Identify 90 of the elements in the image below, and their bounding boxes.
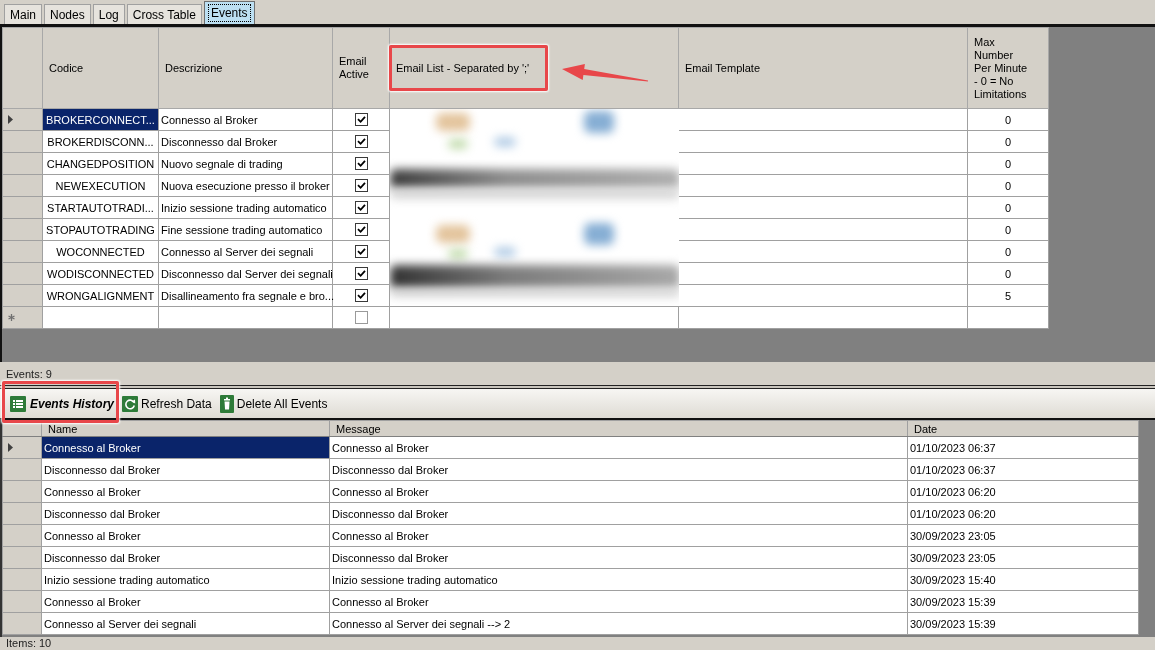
table-cell: 30/09/2023 15:39 xyxy=(907,590,1139,613)
table-cell: 30/09/2023 23:05 xyxy=(907,524,1139,547)
table-cell: Disconnesso dal Broker xyxy=(41,458,330,481)
checkbox[interactable] xyxy=(354,311,368,325)
checkbox[interactable] xyxy=(354,201,368,215)
table-cell: Connesso al Broker xyxy=(329,480,908,503)
checkbox[interactable] xyxy=(354,223,368,237)
table-cell: 01/10/2023 06:20 xyxy=(907,502,1139,525)
tab[interactable]: Main xyxy=(4,4,42,24)
table-cell: Disallineamento fra segnale e bro... xyxy=(158,284,333,307)
row-header[interactable] xyxy=(2,568,42,591)
tab[interactable]: Events xyxy=(203,1,255,24)
checkbox[interactable] xyxy=(354,267,368,281)
refresh-button[interactable]: Refresh Data xyxy=(122,395,212,412)
table-cell: Nuovo segnale di trading xyxy=(158,152,333,175)
table-cell: Connesso al Broker xyxy=(329,436,908,459)
table-cell: Inizio sessione trading automatico xyxy=(329,568,908,591)
table-cell: 01/10/2023 06:20 xyxy=(907,480,1139,503)
row-header[interactable] xyxy=(2,240,43,263)
tab[interactable]: Nodes xyxy=(44,4,91,24)
table-cell: Connesso al Broker xyxy=(41,524,330,547)
table-cell: Disconnesso dal Broker xyxy=(41,546,330,569)
refresh-icon xyxy=(122,395,139,412)
table-cell: Disconnesso dal Server dei segnali xyxy=(158,262,333,285)
tab[interactable]: Cross Table xyxy=(126,4,202,24)
table-cell: Disconnesso dal Broker xyxy=(158,130,333,153)
table-cell: Disconnesso dal Broker xyxy=(329,546,908,569)
row-header[interactable] xyxy=(2,262,43,285)
triangle-icon xyxy=(8,115,13,124)
column-header[interactable]: Message xyxy=(329,420,908,437)
table-cell: Fine sessione trading automatico xyxy=(158,218,333,241)
column-header[interactable]: Descrizione xyxy=(158,27,333,109)
table-cell: Disconnesso dal Broker xyxy=(329,458,908,481)
checkbox[interactable] xyxy=(354,113,368,127)
asterisk-icon xyxy=(8,314,15,321)
table-cell: Connesso al Broker xyxy=(158,108,333,131)
column-header[interactable]: Email Active xyxy=(332,27,390,109)
table-cell: Nuova esecuzione presso il broker xyxy=(158,174,333,197)
trash-icon xyxy=(219,394,234,413)
status-text: Events: 9 xyxy=(6,367,52,380)
column-header[interactable]: Codice xyxy=(42,27,159,109)
checkbox[interactable] xyxy=(354,135,368,149)
table-cell: 01/10/2023 06:37 xyxy=(907,458,1139,481)
table-cell: Connesso al Broker xyxy=(41,436,330,459)
row-header[interactable] xyxy=(2,524,42,547)
row-header[interactable] xyxy=(2,306,43,329)
column-header[interactable]: Email List - Separated by ';' xyxy=(389,27,679,109)
table-cell: Inizio sessione trading automatico xyxy=(158,196,333,219)
table-cell: Disconnesso dal Broker xyxy=(41,502,330,525)
table-cell: 30/09/2023 23:05 xyxy=(907,546,1139,569)
row-header[interactable] xyxy=(2,546,42,569)
checkbox[interactable] xyxy=(354,289,368,303)
list-icon xyxy=(10,395,26,412)
row-header[interactable] xyxy=(2,458,42,481)
row-header[interactable] xyxy=(2,152,43,175)
tab[interactable]: Log xyxy=(92,4,125,24)
triangle-icon xyxy=(8,443,13,452)
table-cell: Connesso al Server dei segnali xyxy=(41,612,330,635)
toolbar-title: Events History xyxy=(30,396,115,411)
checkbox[interactable] xyxy=(354,157,368,171)
table-cell: Connesso al Broker xyxy=(329,590,908,613)
table-cell: 01/10/2023 06:37 xyxy=(907,436,1139,459)
row-header[interactable] xyxy=(2,590,42,613)
table-cell: Disconnesso dal Broker xyxy=(329,502,908,525)
row-header[interactable] xyxy=(2,436,42,459)
row-header[interactable] xyxy=(2,196,43,219)
row-header[interactable] xyxy=(2,502,42,525)
table-cell: 30/09/2023 15:40 xyxy=(907,568,1139,591)
table-cell: Connesso al Broker xyxy=(329,524,908,547)
row-header[interactable] xyxy=(2,284,43,307)
row-header[interactable] xyxy=(2,218,43,241)
column-header[interactable]: Email Template xyxy=(678,27,968,109)
column-header[interactable]: Date xyxy=(907,420,1139,437)
column-header[interactable]: Name xyxy=(41,420,330,437)
table-cell: Connesso al Broker xyxy=(41,590,330,613)
table-cell: Connesso al Server dei segnali --> 2 xyxy=(329,612,908,635)
checkbox[interactable] xyxy=(354,245,368,259)
table-cell: Connesso al Server dei segnali xyxy=(158,240,333,263)
row-header[interactable] xyxy=(2,108,43,131)
row-header[interactable] xyxy=(2,130,43,153)
row-header[interactable] xyxy=(2,612,42,635)
checkbox[interactable] xyxy=(354,179,368,193)
table-cell: 30/09/2023 15:39 xyxy=(907,612,1139,635)
row-header[interactable] xyxy=(2,174,43,197)
table-cell: Inizio sessione trading automatico xyxy=(41,568,330,591)
column-header[interactable]: Max Number Per Minute - 0 = No Limitations xyxy=(967,27,1049,109)
status-text: Items: 10 xyxy=(6,637,52,650)
delete-button[interactable]: Delete All Events xyxy=(219,394,328,413)
row-header[interactable] xyxy=(2,480,42,503)
table-cell: Connesso al Broker xyxy=(41,480,330,503)
